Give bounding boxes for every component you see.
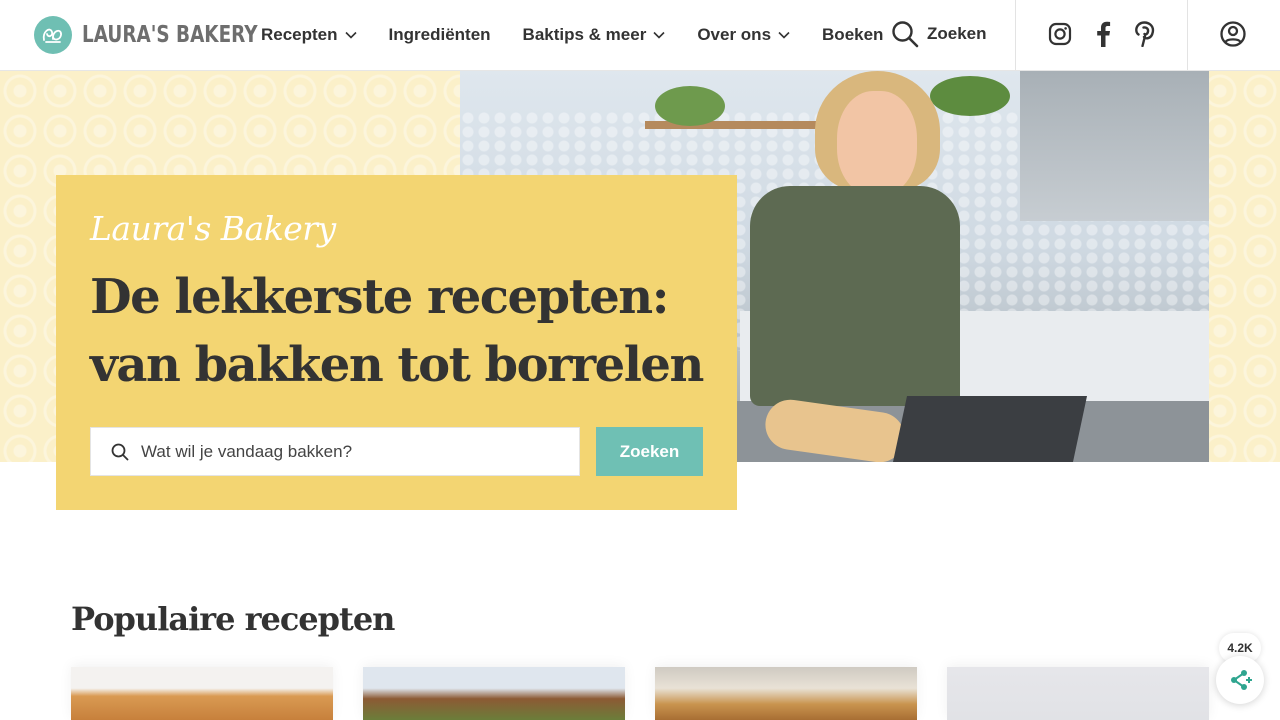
logo-text: LAURA'S BAKERY (82, 22, 258, 48)
nav-item-boeken[interactable]: Boeken (822, 25, 883, 45)
recipe-card[interactable] (71, 667, 333, 720)
share-icon (1231, 670, 1252, 690)
main-nav: Recepten Ingrediënten Baktips & meer Ove… (261, 0, 915, 70)
photo-person-face (837, 91, 917, 196)
search-icon (111, 443, 129, 460)
hero-script-title: Laura's Bakery (90, 209, 336, 248)
nav-item-recepten[interactable]: Recepten (261, 25, 357, 45)
hero-title: De lekkerste recepten: van bakken tot bo… (90, 269, 704, 393)
photo-plant (655, 86, 725, 126)
nav-item-label: Boeken (822, 25, 884, 44)
nav-search-button[interactable]: Zoeken (891, 20, 987, 48)
nav-item-over-ons[interactable]: Over ons (697, 25, 790, 45)
photo-tray (892, 396, 1088, 462)
popular-section-title: Populaire recepten (71, 600, 395, 638)
pinterest-icon[interactable] (1131, 20, 1159, 48)
chevron-down-icon (653, 31, 665, 39)
logo-badge-icon (34, 16, 72, 54)
nav-item-baktips[interactable]: Baktips & meer (523, 25, 666, 45)
site-header: LAURA'S BAKERY Recepten Ingrediënten Bak… (0, 0, 1280, 71)
chevron-down-icon (344, 31, 357, 39)
user-circle-icon[interactable] (1219, 20, 1247, 48)
facebook-icon[interactable] (1089, 20, 1117, 48)
nav-item-label: Recepten (261, 25, 338, 44)
nav-item-label: Baktips & meer (522, 25, 647, 44)
photo-range-hood (1020, 71, 1209, 221)
hero-search-input[interactable] (141, 441, 561, 462)
recipe-card[interactable] (655, 667, 917, 720)
hero-search-field[interactable] (90, 427, 580, 476)
photo-person-body (750, 186, 960, 406)
nav-item-label: Ingrediënten (388, 25, 491, 44)
recipe-card[interactable] (947, 667, 1209, 720)
recipe-card[interactable] (363, 667, 625, 720)
share-button[interactable] (1216, 656, 1264, 704)
hero-card: Laura's Bakery De lekkerste recepten: va… (56, 175, 737, 510)
header-divider (1187, 0, 1188, 70)
photo-plant (930, 76, 1010, 116)
chevron-down-icon (778, 31, 790, 39)
nav-item-ingredienten[interactable]: Ingrediënten (389, 25, 491, 45)
nav-search-label: Zoeken (927, 24, 987, 43)
instagram-icon[interactable] (1046, 20, 1074, 48)
hero-search-button[interactable]: Zoeken (596, 427, 703, 476)
nav-item-label: Over ons (697, 25, 772, 44)
search-icon (892, 21, 919, 48)
header-divider (1015, 0, 1016, 70)
